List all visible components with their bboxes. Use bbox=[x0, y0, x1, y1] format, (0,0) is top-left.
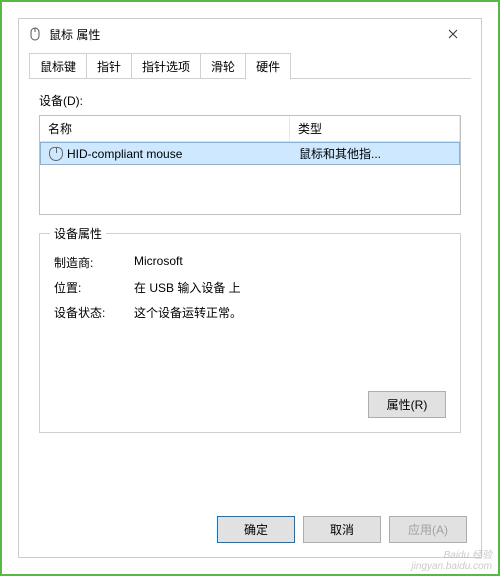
mouse-icon bbox=[27, 26, 43, 42]
titlebar: 鼠标 属性 bbox=[19, 19, 481, 49]
tab-wheel[interactable]: 滑轮 bbox=[200, 53, 246, 79]
status-label: 设备状态: bbox=[54, 304, 134, 321]
watermark: Baidu 经验 jingyan.baidu.com bbox=[411, 546, 492, 572]
hardware-tab-content: 设备(D): 名称 类型 HID-compliant mouse 鼠标和其他指.… bbox=[19, 80, 481, 506]
window-title: 鼠标 属性 bbox=[49, 26, 433, 43]
list-cell-type: 鼠标和其他指... bbox=[291, 143, 459, 164]
tab-pointer-options[interactable]: 指针选项 bbox=[131, 53, 201, 79]
status-value: 这个设备运转正常。 bbox=[134, 304, 446, 321]
tab-pointers[interactable]: 指针 bbox=[86, 53, 132, 79]
location-label: 位置: bbox=[54, 279, 134, 296]
col-type[interactable]: 类型 bbox=[290, 116, 460, 141]
ok-button[interactable]: 确定 bbox=[217, 516, 295, 543]
list-header: 名称 类型 bbox=[40, 116, 460, 142]
device-properties-group: 设备属性 制造商: Microsoft 位置: 在 USB 输入设备 上 设备状… bbox=[39, 233, 461, 433]
watermark-line2: jingyan.baidu.com bbox=[411, 561, 492, 572]
tab-buttons[interactable]: 鼠标键 bbox=[29, 53, 87, 79]
col-name[interactable]: 名称 bbox=[40, 116, 290, 141]
close-button[interactable] bbox=[433, 20, 473, 48]
manufacturer-label: 制造商: bbox=[54, 254, 134, 271]
cancel-button[interactable]: 取消 bbox=[303, 516, 381, 543]
list-row[interactable]: HID-compliant mouse 鼠标和其他指... bbox=[40, 142, 460, 165]
manufacturer-value: Microsoft bbox=[134, 254, 446, 271]
mouse-device-icon bbox=[49, 147, 63, 161]
list-cell-name: HID-compliant mouse bbox=[41, 145, 291, 163]
group-title: 设备属性 bbox=[50, 225, 106, 242]
mouse-properties-dialog: 鼠标 属性 鼠标键 指针 指针选项 滑轮 硬件 设备(D): 名称 类型 HID… bbox=[18, 18, 482, 558]
watermark-line1: Baidu 经验 bbox=[411, 546, 492, 561]
location-value: 在 USB 输入设备 上 bbox=[134, 279, 446, 296]
device-name: HID-compliant mouse bbox=[67, 147, 182, 161]
apply-button[interactable]: 应用(A) bbox=[389, 516, 467, 543]
tab-strip: 鼠标键 指针 指针选项 滑轮 硬件 bbox=[19, 53, 481, 79]
devices-label: 设备(D): bbox=[39, 92, 461, 109]
tab-hardware[interactable]: 硬件 bbox=[245, 53, 291, 80]
devices-list[interactable]: 名称 类型 HID-compliant mouse 鼠标和其他指... bbox=[39, 115, 461, 215]
properties-button[interactable]: 属性(R) bbox=[368, 391, 446, 418]
